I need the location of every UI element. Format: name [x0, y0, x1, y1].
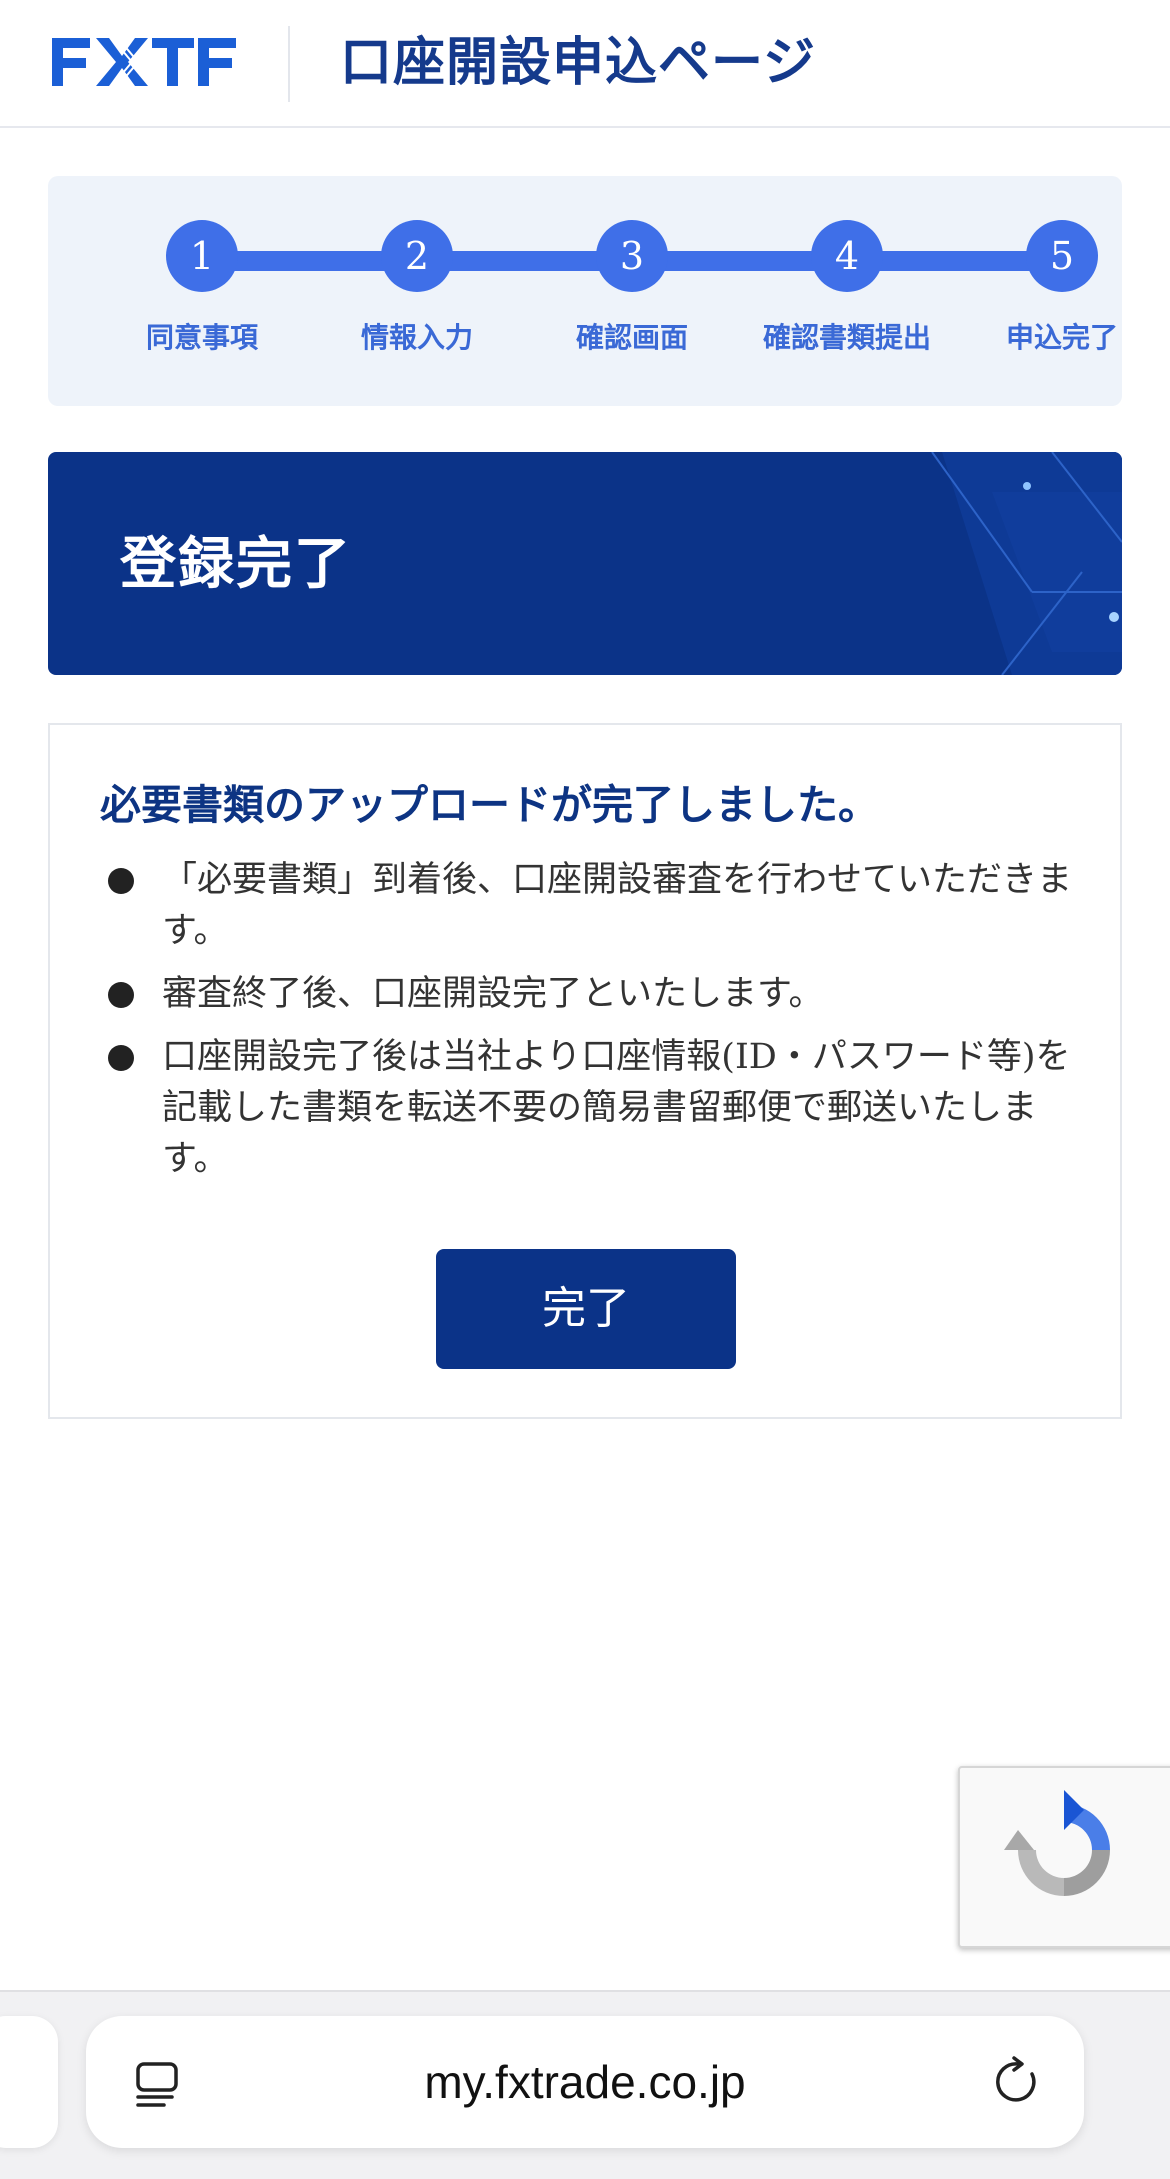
fxtf-logo[interactable]: [52, 34, 236, 90]
list-item: 口座開設完了後は当社より口座情報(ID・パスワード等)を記載した書類を転送不要の…: [100, 1032, 1100, 1185]
progress-stepper: 1 同意事項 2 情報入力 3 確認画面 4 確認書類提出 5 申込完了: [48, 176, 1122, 406]
step-4: 4 確認書類提出: [747, 220, 947, 370]
step-label: 情報入力: [360, 321, 473, 354]
list-item: 審査終了後、口座開設完了といたします。: [100, 969, 1100, 1020]
step-label: 確認書類提出: [762, 321, 931, 354]
recaptcha-badge[interactable]: [958, 1766, 1170, 1948]
step-1: 1 同意事項: [102, 220, 302, 370]
completion-card: 必要書類のアップロードが完了しました。 「必要書類」到着後、口座開設審査を行わせ…: [48, 723, 1122, 1419]
step-5: 5 申込完了: [962, 220, 1162, 370]
step-3: 3 確認画面: [532, 220, 732, 370]
step-number: 2: [381, 220, 453, 292]
step-label: 同意事項: [145, 321, 258, 354]
banner-decoration: [931, 452, 1122, 675]
bullet-dot-icon: [108, 982, 134, 1008]
step-label: 申込完了: [1005, 321, 1118, 354]
step-2: 2 情報入力: [317, 220, 517, 370]
step-number: 3: [596, 220, 668, 292]
bullet-dot-icon: [108, 868, 134, 894]
list-item: 「必要書類」到着後、口座開設審査を行わせていただきます。: [100, 855, 1100, 957]
complete-button[interactable]: 完了: [436, 1249, 736, 1369]
page-title: 口座開設申込ページ: [340, 33, 816, 93]
completion-message-title: 必要書類のアップロードが完了しました。: [100, 781, 879, 829]
list-item-text: 「必要書類」到着後、口座開設審査を行わせていただきます。: [162, 860, 1073, 951]
reader-menu-icon[interactable]: [132, 2058, 184, 2110]
page-header: 口座開設申込ページ: [0, 0, 1170, 128]
completion-banner: 登録完了: [48, 452, 1122, 675]
banner-title: 登録完了: [120, 531, 352, 597]
header-divider: [288, 26, 290, 102]
step-label: 確認画面: [575, 321, 688, 354]
completion-notes: 「必要書類」到着後、口座開設審査を行わせていただきます。 審査終了後、口座開設完…: [100, 855, 1100, 1197]
bullet-dot-icon: [108, 1045, 134, 1071]
list-item-text: 口座開設完了後は当社より口座情報(ID・パスワード等)を記載した書類を転送不要の…: [162, 1037, 1071, 1179]
recaptcha-icon: [1004, 1790, 1110, 1896]
browser-toolbar: my.fxtrade.co.jp: [0, 1990, 1170, 2179]
step-number: 5: [1026, 220, 1098, 292]
step-number: 4: [811, 220, 883, 292]
step-number: 1: [166, 220, 238, 292]
list-item-text: 審査終了後、口座開設完了といたします。: [162, 974, 824, 1014]
url-text[interactable]: my.fxtrade.co.jp: [196, 2016, 974, 2148]
reload-icon[interactable]: [992, 2056, 1044, 2108]
previous-tab[interactable]: [0, 2016, 58, 2148]
address-bar[interactable]: my.fxtrade.co.jp: [86, 2016, 1084, 2148]
